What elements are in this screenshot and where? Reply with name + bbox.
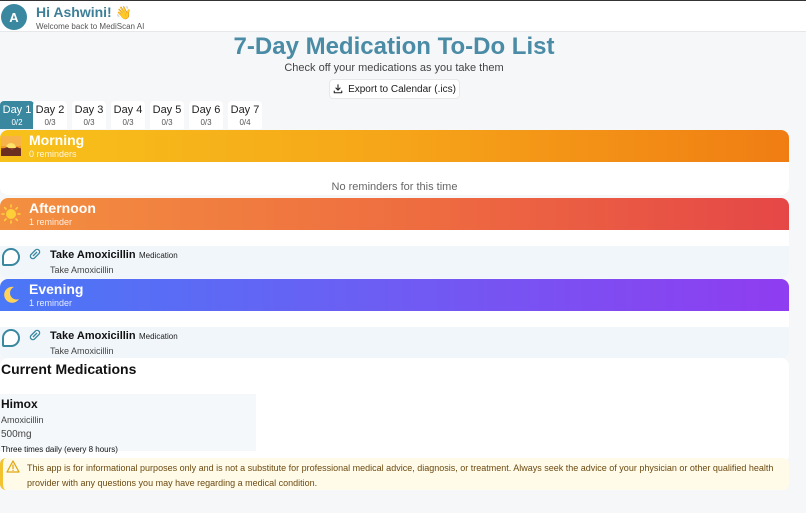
reminder-item: Take Amoxicillin Medication Take Amoxici… bbox=[0, 327, 789, 359]
tab-day-3[interactable]: Day 3 0/3 bbox=[72, 101, 106, 129]
sun-icon bbox=[1, 204, 21, 224]
pill-icon bbox=[29, 329, 41, 341]
reminder-checkbox[interactable] bbox=[2, 248, 20, 266]
day-label: Day 4 bbox=[113, 104, 143, 116]
disclaimer-text: This app is for informational purposes o… bbox=[27, 463, 774, 488]
disclaimer-banner: This app is for informational purposes o… bbox=[0, 458, 789, 490]
sunrise-icon bbox=[1, 136, 21, 156]
day-label: Day 2 bbox=[35, 104, 65, 116]
pill-icon bbox=[29, 248, 41, 260]
afternoon-title: Afternoon bbox=[29, 200, 96, 216]
day-label: Day 5 bbox=[152, 104, 182, 116]
app-header: A Hi Ashwini! 👋 Welcome back to MediScan… bbox=[0, 0, 806, 32]
morning-empty-text: No reminders for this time bbox=[331, 181, 458, 193]
greeting-text: Hi Ashwini! bbox=[36, 4, 112, 20]
evening-count: 1 reminder bbox=[29, 298, 73, 308]
moon-icon bbox=[4, 286, 19, 303]
wave-icon: 👋 bbox=[115, 5, 132, 20]
morning-title: Morning bbox=[29, 132, 85, 148]
reminder-tag: Medication bbox=[139, 251, 178, 260]
tab-day-4[interactable]: Day 4 0/3 bbox=[111, 101, 145, 129]
day-label: Day 1 bbox=[2, 104, 32, 116]
day-label: Day 6 bbox=[191, 104, 221, 116]
export-calendar-label: Export to Calendar (.ics) bbox=[348, 83, 456, 95]
reminder-subtitle: Take Amoxicillin bbox=[50, 265, 114, 275]
medication-name: Himox bbox=[1, 397, 38, 411]
download-icon bbox=[333, 84, 343, 94]
day-label: Day 3 bbox=[74, 104, 104, 116]
day-label: Day 7 bbox=[230, 104, 260, 116]
afternoon-section: Afternoon 1 reminder Take Amoxicillin Me… bbox=[0, 198, 789, 278]
greeting: Hi Ashwini! 👋 bbox=[36, 4, 132, 21]
tab-day-5[interactable]: Day 5 0/3 bbox=[150, 101, 184, 129]
day-count: 0/2 bbox=[11, 118, 23, 127]
export-calendar-button[interactable]: Export to Calendar (.ics) bbox=[329, 79, 460, 99]
morning-section: Morning 0 reminders No reminders for thi… bbox=[0, 130, 789, 195]
reminder-title: Take Amoxicillin bbox=[50, 249, 136, 261]
morning-count: 0 reminders bbox=[29, 149, 77, 159]
tab-day-1[interactable]: Day 1 0/2 bbox=[0, 101, 34, 129]
current-medications-title: Current Medications bbox=[1, 361, 137, 377]
page-subtitle: Check off your medications as you take t… bbox=[284, 62, 504, 74]
avatar[interactable]: A bbox=[1, 4, 27, 30]
medication-generic: Amoxicillin bbox=[1, 415, 44, 425]
day-count: 0/3 bbox=[122, 118, 134, 127]
tab-day-7[interactable]: Day 7 0/4 bbox=[228, 101, 262, 129]
reminder-item: Take Amoxicillin Medication Take Amoxici… bbox=[0, 246, 789, 278]
evening-header: Evening 1 reminder bbox=[0, 279, 789, 311]
day-count: 0/4 bbox=[239, 118, 251, 127]
evening-title: Evening bbox=[29, 281, 84, 297]
tab-day-6[interactable]: Day 6 0/3 bbox=[189, 101, 223, 129]
evening-section: Evening 1 reminder Take Amoxicillin Medi… bbox=[0, 279, 789, 359]
current-medications-section: Current Medications Himox Amoxicillin 50… bbox=[0, 358, 789, 463]
day-count: 0/3 bbox=[200, 118, 212, 127]
afternoon-header: Afternoon 1 reminder bbox=[0, 198, 789, 230]
medication-card[interactable]: Himox Amoxicillin 500mg bbox=[0, 394, 256, 451]
warning-icon bbox=[6, 460, 20, 473]
medication-dose: 500mg bbox=[1, 429, 32, 440]
welcome-text: Welcome back to MediScan AI bbox=[36, 22, 145, 31]
reminder-title: Take Amoxicillin bbox=[50, 330, 136, 342]
reminder-tag: Medication bbox=[139, 332, 178, 341]
reminder-subtitle: Take Amoxicillin bbox=[50, 346, 114, 356]
medication-frequency: Three times daily (every 8 hours) bbox=[1, 445, 118, 454]
page-title: 7-Day Medication To-Do List bbox=[233, 33, 555, 60]
reminder-checkbox[interactable] bbox=[2, 329, 20, 347]
day-count: 0/3 bbox=[83, 118, 95, 127]
day-count: 0/3 bbox=[161, 118, 173, 127]
day-count: 0/3 bbox=[44, 118, 56, 127]
morning-header: Morning 0 reminders bbox=[0, 130, 789, 162]
afternoon-count: 1 reminder bbox=[29, 217, 73, 227]
tab-day-2[interactable]: Day 2 0/3 bbox=[33, 101, 67, 129]
